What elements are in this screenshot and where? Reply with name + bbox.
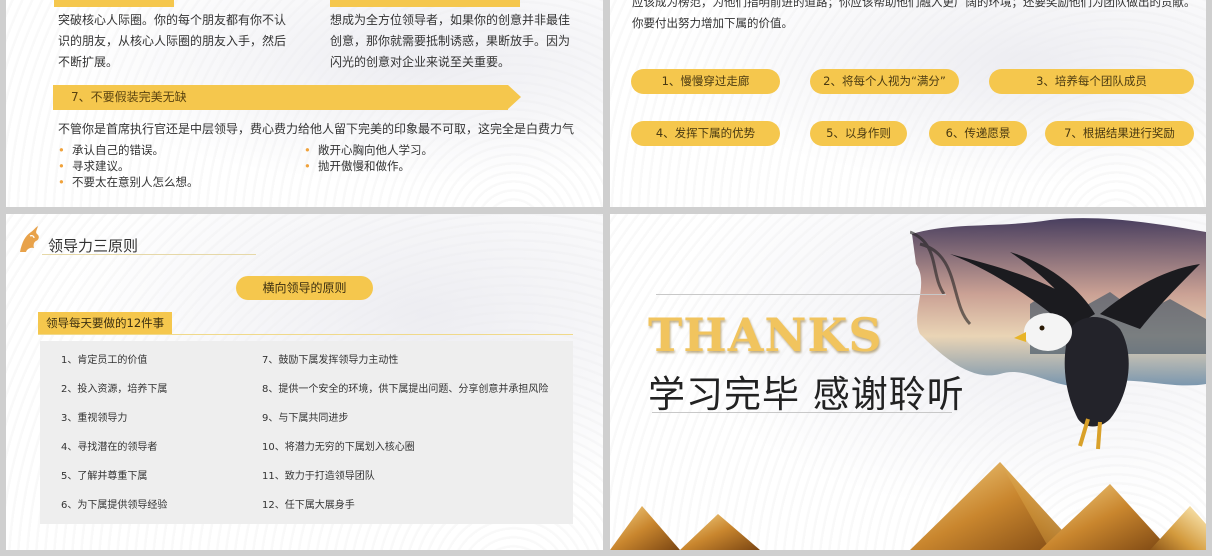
list-item: 敞开心胸向他人学习。	[304, 142, 433, 158]
divider-line	[652, 412, 952, 413]
principle-pill-6: 6、传递愿景	[929, 121, 1027, 146]
list-item: 抛开傲慢和做作。	[304, 158, 433, 174]
slide-leadership-tips[interactable]: 突破核心人际圈。你的每个朋友都有你不认 识的朋友，从核心人际圈的朋友入手，然后 …	[6, 0, 603, 207]
section-tag: 领导每天要做的12件事	[38, 312, 173, 334]
principle-pill-2: 2、将每个人视为“满分”	[810, 69, 959, 94]
list-item: 3、重视领导力	[61, 413, 128, 424]
list-item: 4、寻找潜在的领导者	[61, 442, 158, 453]
list-item: 6、为下属提供领导经验	[61, 500, 168, 511]
principle-heading-pill: 横向领导的原则	[236, 276, 373, 300]
top-accent-bar	[54, 0, 174, 7]
items-panel: 1、肯定员工的价值 2、投入资源，培养下属 3、重视领导力 4、寻找潜在的领导者…	[40, 341, 573, 524]
divider-line	[656, 294, 946, 295]
list-item: 5、了解并尊重下属	[61, 471, 148, 482]
slide-thanks[interactable]: THANKS 学习完毕 感谢聆听	[610, 214, 1206, 550]
principle-pill-5: 5、以身作则	[810, 121, 907, 146]
principle-pill-4: 4、发挥下属的优势	[631, 121, 780, 146]
list-item: 7、鼓励下属发挥领导力主动性	[262, 355, 399, 366]
title-underline	[42, 254, 256, 255]
slide-value-subordinates[interactable]: 应该成为榜范，为他们指明前进的道路；你应该帮助他们融入更广阔的环境；还要奖励他们…	[610, 0, 1206, 207]
principle-pill-1: 1、慢慢穿过走廊	[631, 69, 780, 94]
face-logo-icon	[20, 226, 39, 252]
list-item: 承认自己的错误。	[58, 142, 199, 158]
tip-text-right: 想成为全方位领导者，如果你的创意并非最佳 创意，那你就需要抵制诱惑，果断放手。因…	[330, 13, 571, 69]
principle-pill-7: 7、根据结果进行奖励	[1045, 121, 1194, 146]
bullet-list-right: 敞开心胸向他人学习。 抛开傲慢和做作。	[304, 142, 433, 174]
thanks-title: THANKS	[648, 308, 883, 362]
list-item: 8、提供一个安全的环境，供下属提出问题、分享创意并承担风险	[262, 384, 549, 395]
principle-pill-3: 3、培养每个团队成员	[989, 69, 1194, 94]
pyramids-image	[610, 462, 1206, 550]
intro-text: 不管你是首席执行官还是中层领导，费心费力给他人留下完美的印象最不可取，这完全是白…	[58, 122, 575, 136]
slide-three-principles[interactable]: 领导力三原则 横向领导的原则 领导每天要做的12件事 1、肯定员工的价值 2、投…	[6, 214, 603, 550]
eagle-image	[950, 252, 1200, 450]
list-item: 寻求建议。	[58, 158, 199, 174]
list-item: 9、与下属共同进步	[262, 413, 349, 424]
list-item: 2、投入资源，培养下属	[61, 384, 168, 395]
list-item: 11、致力于打造领导团队	[262, 471, 375, 482]
top-accent-bar	[330, 0, 520, 7]
list-item: 1、肯定员工的价值	[61, 355, 148, 366]
list-item: 10、将潜力无穷的下属划入核心圈	[262, 442, 415, 453]
body-text: 应该成为榜范，为他们指明前进的道路；你应该帮助他们融入更广阔的环境；还要奖励他们…	[632, 0, 1196, 30]
bullet-list-left: 承认自己的错误。 寻求建议。 不要太在意别人怎么想。	[58, 142, 199, 190]
thanks-subtitle: 学习完毕 感谢聆听	[648, 373, 965, 416]
tip-text-left: 突破核心人际圈。你的每个朋友都有你不认 识的朋友，从核心人际圈的朋友入手，然后 …	[58, 13, 287, 69]
page-title: 领导力三原则	[48, 237, 139, 255]
list-item: 不要太在意别人怎么想。	[58, 174, 199, 190]
section-divider	[38, 334, 573, 335]
section-banner: 7、不要假装完美无缺	[53, 85, 521, 110]
list-item: 12、任下属大展身手	[262, 500, 355, 511]
